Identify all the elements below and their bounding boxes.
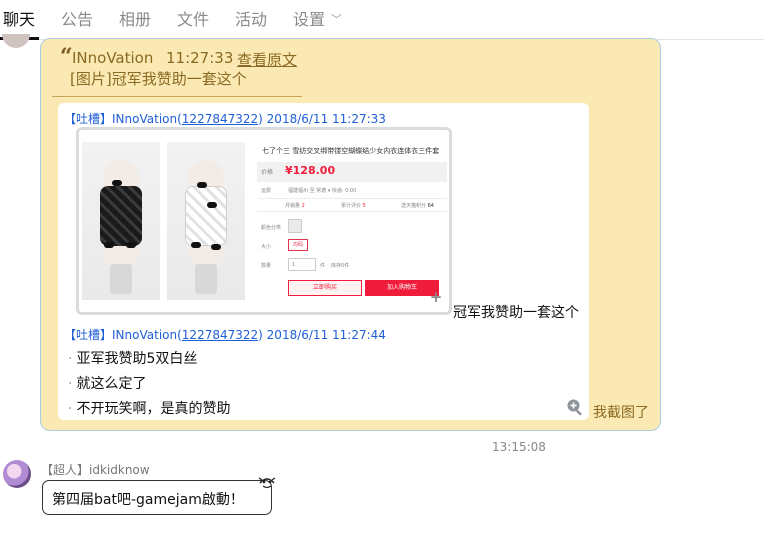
sender-name[interactable]: idkidknow — [89, 463, 150, 477]
qty-label: 数量 — [261, 263, 272, 269]
zoom-plus-icon[interactable]: + — [428, 290, 444, 306]
list-item-text: 亚军我赞助5双白丝 — [76, 351, 198, 367]
sender-name-link[interactable]: INnoVation — [112, 328, 177, 342]
tab-settings[interactable]: 设置 ﹀ — [293, 8, 342, 32]
sender-name-link[interactable]: INnoVation — [112, 112, 177, 126]
tab-settings-label: 设置 — [293, 10, 326, 29]
product-photo-white — [167, 142, 245, 300]
screenshot-link[interactable]: 我截图了 — [593, 402, 649, 422]
points-label: 送天猫积分 — [401, 203, 427, 209]
list-item: · 亚军我赞助5双白丝 — [68, 348, 197, 368]
uid-close-paren: ) — [258, 328, 263, 342]
monthly-sales-label: 月销量 — [285, 203, 301, 209]
title-tag: 【吐槽】 — [64, 112, 113, 126]
sender-badge: 【超人】 — [41, 463, 90, 477]
stock-text: 库存0件 — [331, 263, 350, 269]
product-price: ¥128.00 — [285, 164, 336, 177]
tab-announcements[interactable]: 公告 — [61, 8, 93, 32]
bullet-icon: · — [68, 351, 73, 367]
bullet-icon: · — [68, 376, 73, 392]
shipping-label: 运费 — [261, 188, 272, 194]
sender-uid-link[interactable]: 1227847322 — [182, 112, 258, 126]
avatar[interactable] — [3, 460, 31, 488]
forwarded-meta-1: 【吐槽】INnoVation(1227847322) 2018/6/11 11:… — [64, 110, 386, 127]
magnifier-plus-icon[interactable] — [566, 398, 584, 416]
bullet-icon: · — [68, 401, 73, 417]
tab-files[interactable]: 文件 — [177, 8, 209, 32]
shipping-value: 福建福州 至 常德 ▾ 快递: 0.00 — [288, 188, 357, 194]
sender-uid-link[interactable]: 1227847322 — [182, 328, 258, 342]
price-label: 价格 — [261, 169, 274, 176]
time-divider: 13:15:08 — [492, 440, 546, 454]
size-option: 均码 — [288, 239, 308, 251]
list-item-text: 就这么定了 — [76, 376, 147, 392]
product-photo-black — [82, 142, 160, 300]
uid-close-paren: ) — [258, 112, 263, 126]
total-reviews: 累计评价 5 — [341, 202, 366, 209]
quote-time: 11:27:33 — [166, 49, 234, 67]
product-screenshot-image[interactable]: 七了个三 雪纺交叉绑带镂空蝴蝶结少女内衣连体衣三件套 价格 ¥128.00 运费… — [76, 127, 452, 315]
quote-divider — [52, 96, 302, 97]
tab-activities[interactable]: 活动 — [235, 8, 267, 32]
forwarded-meta-2: 【吐槽】INnoVation(1227847322) 2018/6/11 11:… — [64, 326, 386, 343]
qty-value: 1 — [292, 262, 296, 268]
avatar[interactable] — [2, 34, 30, 48]
quote-text: [图片]冠军我赞助一套这个 — [70, 70, 247, 88]
list-item: · 就这么定了 — [68, 373, 146, 393]
list-item-text: 不开玩笑啊，是真的赞助 — [76, 401, 231, 417]
view-original-link[interactable]: 查看原文 — [237, 49, 297, 70]
size-label: 大小 — [261, 244, 272, 250]
buy-now-button: 立即购买 — [288, 280, 362, 296]
message-timestamp: 2018/6/11 11:27:33 — [266, 112, 386, 126]
list-item: · 不开玩笑啊，是真的赞助 — [68, 398, 230, 418]
quote-sender-name: INnoVation — [72, 49, 154, 67]
chevron-down-icon: ﹀ — [331, 13, 343, 26]
qty-box: 1 — [288, 258, 316, 271]
tab-chat[interactable]: 聊天 — [3, 8, 35, 32]
quote-mark: “ — [60, 44, 73, 70]
tab-album[interactable]: 相册 — [119, 8, 151, 32]
message-text: 第四届bat吧-gamejam啟動！ — [52, 492, 244, 508]
color-swatch — [288, 219, 302, 233]
title-tag: 【吐槽】 — [64, 328, 113, 342]
points: 送天猫积分 64 — [401, 202, 434, 209]
image-caption: 冠军我赞助一套这个 — [453, 305, 579, 321]
color-label: 颜色分类 — [261, 225, 282, 231]
monthly-sales: 月销量 2 — [285, 202, 305, 209]
sender-line: 【超人】idkidknow — [41, 461, 150, 478]
face-decoration-icon — [258, 477, 276, 489]
points-value: 64 — [427, 203, 434, 209]
qty-unit: 件 — [320, 263, 326, 269]
message-timestamp: 2018/6/11 11:27:44 — [266, 328, 386, 342]
monthly-sales-value: 2 — [301, 203, 305, 209]
total-reviews-value: 5 — [362, 203, 366, 209]
total-reviews-label: 累计评价 — [341, 203, 362, 209]
tab-bar: 聊天 公告 相册 文件 活动 设置 ﹀ — [0, 0, 764, 40]
product-title: 七了个三 雪纺交叉绑带镂空蝴蝶结少女内衣连体衣三件套 — [262, 147, 440, 155]
